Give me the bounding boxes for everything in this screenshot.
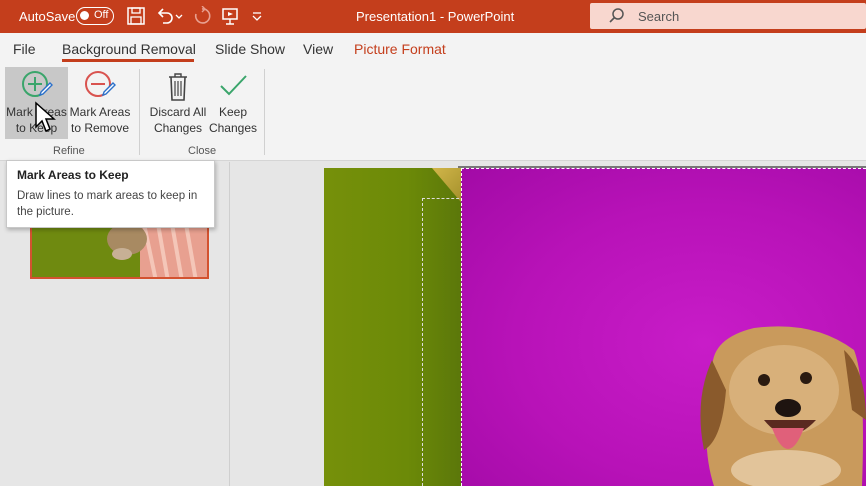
placeholder-outline bbox=[422, 198, 464, 486]
keep-line1: Keep bbox=[218, 105, 248, 119]
trash-icon bbox=[169, 73, 187, 101]
group-separator bbox=[139, 69, 140, 155]
tab-file[interactable]: File bbox=[13, 41, 36, 57]
tab-view[interactable]: View bbox=[303, 41, 333, 57]
mark-areas-to-remove-button[interactable]: Mark Areas to Remove bbox=[68, 67, 132, 139]
slide-thumbnail-image bbox=[32, 224, 207, 277]
keep-line2: Changes bbox=[208, 121, 258, 135]
presentation-start-icon[interactable] bbox=[220, 6, 240, 26]
undo-icon[interactable] bbox=[155, 6, 175, 26]
mark-remove-line1: Mark Areas bbox=[69, 105, 131, 119]
active-tab-underline bbox=[62, 59, 194, 62]
tooltip: Mark Areas to Keep Draw lines to mark ar… bbox=[6, 160, 215, 228]
tooltip-title: Mark Areas to Keep bbox=[17, 168, 129, 182]
mouse-cursor-icon bbox=[35, 101, 56, 133]
group-separator bbox=[264, 69, 265, 155]
save-icon[interactable] bbox=[126, 6, 146, 26]
toggle-knob bbox=[80, 11, 89, 20]
tab-slide-show[interactable]: Slide Show bbox=[215, 41, 285, 57]
puppy-image[interactable] bbox=[694, 320, 866, 486]
ribbon: Mark Areas to Keep Mark Areas to Remove … bbox=[0, 63, 866, 161]
tab-picture-format[interactable]: Picture Format bbox=[354, 41, 446, 57]
search-icon bbox=[609, 8, 624, 23]
autosave-toggle[interactable]: Off bbox=[76, 7, 114, 25]
discard-line1: Discard All bbox=[149, 105, 207, 119]
slide-thumbnail[interactable] bbox=[30, 222, 209, 279]
undo-dropdown-chevron-icon[interactable] bbox=[174, 6, 184, 26]
document-title: Presentation1 - PowerPoint bbox=[356, 9, 515, 24]
discard-line2: Changes bbox=[153, 121, 203, 135]
checkmark-icon bbox=[220, 75, 247, 96]
plus-pencil-icon bbox=[21, 71, 53, 97]
tab-background-removal[interactable]: Background Removal bbox=[62, 41, 196, 57]
close-group-label: Close bbox=[188, 145, 217, 157]
redo-icon[interactable] bbox=[192, 5, 212, 26]
search-box[interactable]: Search bbox=[590, 3, 866, 29]
keep-changes-button[interactable]: Keep Changes bbox=[207, 67, 259, 139]
tooltip-description: Draw lines to mark areas to keep in the … bbox=[17, 190, 198, 218]
autosave-label: AutoSave bbox=[19, 9, 76, 24]
title-bar: AutoSave Off Presentation1 - PowerPoint … bbox=[0, 0, 866, 33]
customize-toolbar-icon[interactable] bbox=[250, 6, 264, 26]
slide-canvas[interactable] bbox=[324, 168, 866, 486]
mark-remove-line2: to Remove bbox=[70, 121, 130, 135]
discard-all-changes-button[interactable]: Discard All Changes bbox=[146, 67, 210, 139]
search-placeholder: Search bbox=[638, 9, 680, 24]
minus-pencil-icon bbox=[85, 71, 116, 97]
ribbon-tabs: File Background Removal Slide Show View … bbox=[0, 33, 866, 63]
pane-divider bbox=[229, 162, 230, 486]
refine-group-label: Refine bbox=[53, 145, 85, 157]
autosave-state: Off bbox=[94, 9, 109, 21]
